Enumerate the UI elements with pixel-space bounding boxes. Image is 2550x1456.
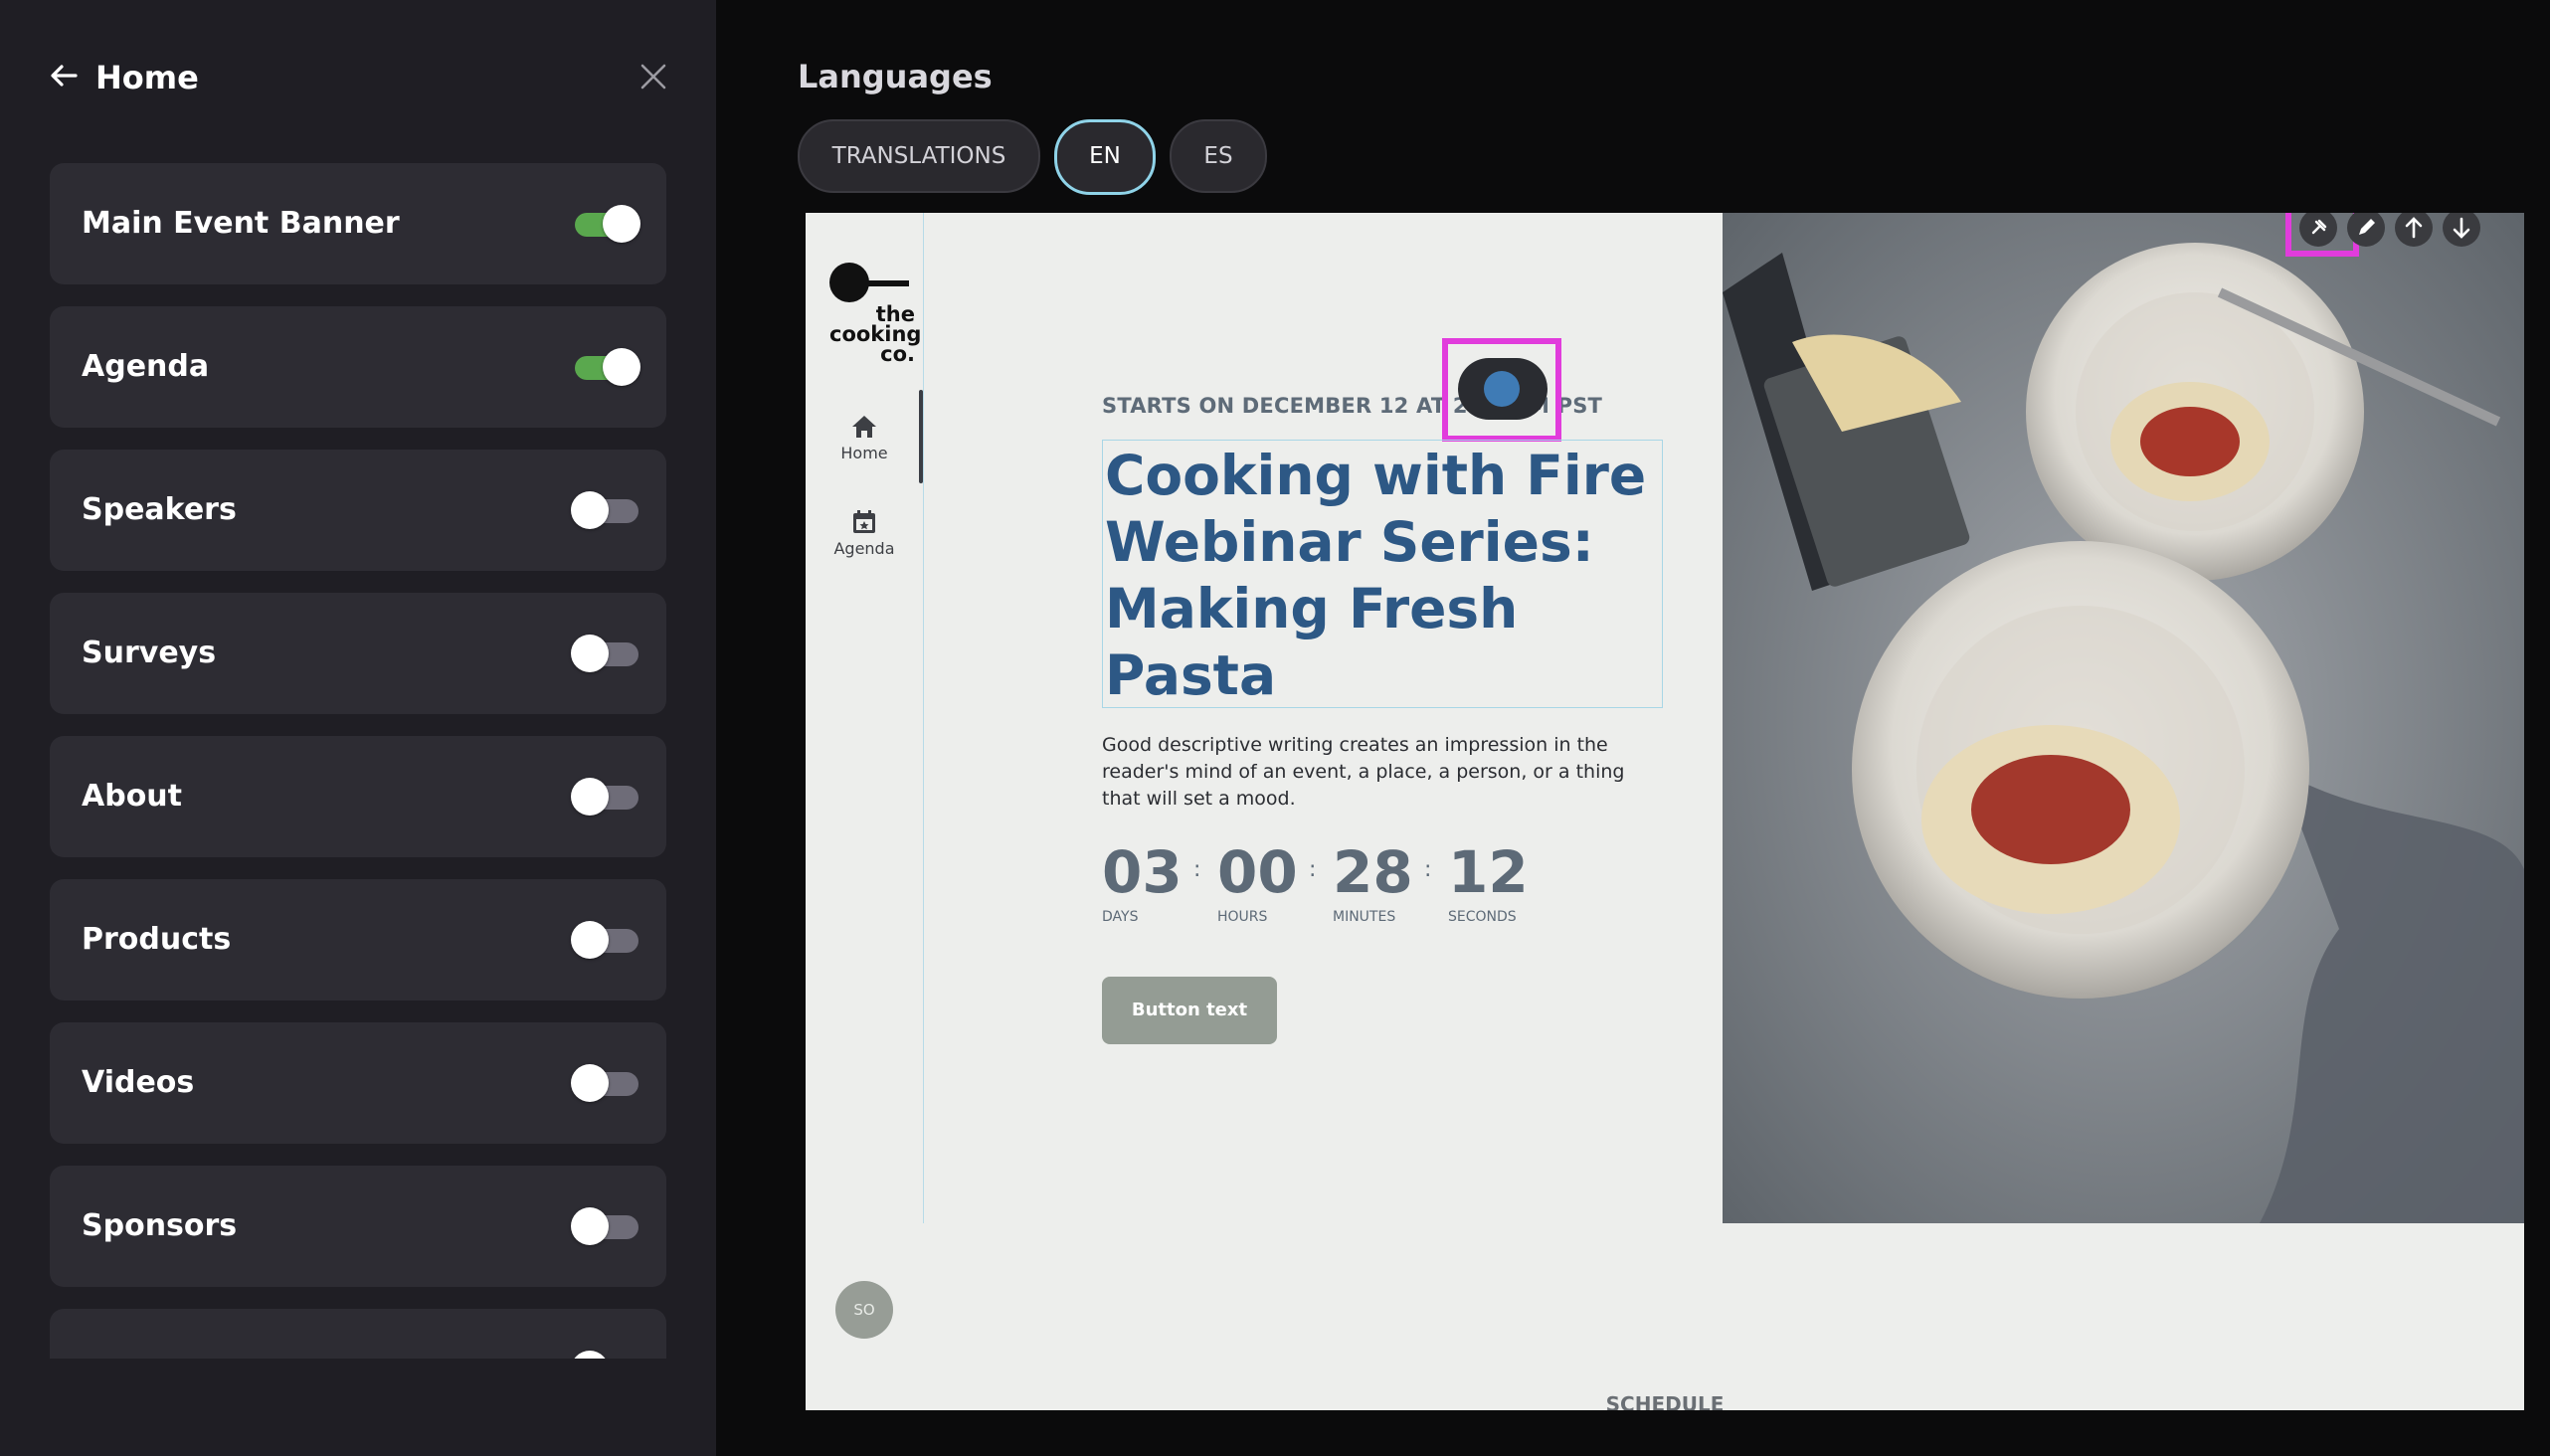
section-item-products: Products xyxy=(50,879,666,1001)
languages-title: Languages xyxy=(798,58,993,95)
banner-content: STARTS ON DECEMBER 12 AT 2:00 PM PST Coo… xyxy=(923,213,1719,1223)
block-toolbar xyxy=(2285,213,2524,257)
toggle-main-event-banner[interactable] xyxy=(571,205,640,243)
toggle-videos[interactable] xyxy=(571,1064,640,1102)
nav-label-agenda: Agenda xyxy=(833,539,895,558)
tab-en[interactable]: EN xyxy=(1054,119,1156,195)
section-label: Speakers xyxy=(82,492,237,527)
nav-label-home: Home xyxy=(840,444,888,462)
toggle-partial[interactable] xyxy=(571,1351,640,1359)
sidebar-header: Home xyxy=(48,56,668,99)
banner-cta-button[interactable]: Button text xyxy=(1102,977,1277,1044)
toggle-sponsors[interactable] xyxy=(571,1207,640,1245)
section-label: Surveys xyxy=(82,636,217,670)
countdown-minutes-label: MINUTES xyxy=(1333,909,1396,925)
section-sidebar: Home Main Event Banner Agenda Speakers S… xyxy=(0,0,716,1456)
countdown-seconds: 12 SECONDS xyxy=(1448,837,1529,925)
countdown-minutes: 28 MINUTES xyxy=(1333,837,1413,925)
section-item-sponsors: Sponsors xyxy=(50,1166,666,1287)
arrow-up-icon xyxy=(2405,217,2423,239)
countdown-hours-label: HOURS xyxy=(1217,909,1268,925)
countdown-hours: 00 HOURS xyxy=(1217,837,1298,925)
arrow-down-icon xyxy=(2453,217,2470,239)
brand-logo: the cooking co. xyxy=(827,247,921,365)
section-item-about: About xyxy=(50,736,666,857)
countdown-days: 03 DAYS xyxy=(1102,837,1183,925)
section-item-surveys: Surveys xyxy=(50,593,666,714)
arrow-left-icon[interactable] xyxy=(48,60,80,91)
countdown-minutes-value: 28 xyxy=(1333,838,1413,906)
banner-title: Cooking with Fire Webinar Series: Making… xyxy=(1105,444,1647,707)
calendar-icon xyxy=(853,510,875,533)
countdown-hours-value: 00 xyxy=(1217,838,1298,906)
banner-description: Good descriptive writing creates an impr… xyxy=(1102,734,1625,810)
section-item-agenda: Agenda xyxy=(50,306,666,428)
toggle-products[interactable] xyxy=(571,921,640,959)
pencil-icon xyxy=(2359,219,2375,235)
nav-item-agenda[interactable]: Agenda xyxy=(806,509,923,558)
close-icon[interactable] xyxy=(638,62,668,91)
move-up-button[interactable] xyxy=(2395,213,2433,247)
section-item-speakers: Speakers xyxy=(50,450,666,571)
section-label: Videos xyxy=(82,1065,195,1100)
section-item-videos: Videos xyxy=(50,1022,666,1144)
logo-text: the cooking co. xyxy=(829,302,922,366)
toggle-agenda[interactable] xyxy=(571,348,640,386)
sidebar-title: Home xyxy=(95,59,199,96)
avatar[interactable]: SO xyxy=(835,1281,893,1339)
title-text-box[interactable]: Cooking with Fire Webinar Series: Making… xyxy=(1102,440,1663,708)
section-label: Agenda xyxy=(82,349,210,384)
nav-item-home[interactable]: Home xyxy=(806,414,923,462)
tab-es[interactable]: ES xyxy=(1170,119,1267,193)
page-preview: the cooking co. Home Agenda STARTS ON DE… xyxy=(806,213,2524,1410)
toggle-about[interactable] xyxy=(571,778,640,816)
edit-button[interactable] xyxy=(2347,213,2385,247)
preview-nav: the cooking co. Home Agenda xyxy=(806,213,924,1223)
toggle-surveys[interactable] xyxy=(571,635,640,672)
countdown-seconds-value: 12 xyxy=(1448,838,1529,906)
countdown-seconds-label: SECONDS xyxy=(1448,909,1517,925)
toggle-speakers[interactable] xyxy=(571,491,640,529)
section-label: Main Event Banner xyxy=(82,206,400,241)
section-label: Products xyxy=(82,922,232,957)
banner-food-image xyxy=(1723,213,2524,1223)
next-section-heading: SCHEDULE xyxy=(1605,1392,1725,1410)
home-icon xyxy=(852,416,876,438)
countdown-days-label: DAYS xyxy=(1102,909,1139,925)
tab-translations[interactable]: TRANSLATIONS xyxy=(798,119,1040,193)
section-label: About xyxy=(82,779,183,814)
section-label: Sponsors xyxy=(82,1208,238,1243)
move-down-button[interactable] xyxy=(2443,213,2480,247)
section-item-partial xyxy=(50,1309,666,1359)
section-item-main-event-banner: Main Event Banner xyxy=(50,163,666,284)
drag-handle-highlight[interactable] xyxy=(1442,338,1561,442)
countdown-days-value: 03 xyxy=(1102,838,1183,906)
section-list: Main Event Banner Agenda Speakers Survey… xyxy=(50,163,666,1359)
countdown-timer: 03 DAYS : 00 HOURS : 28 MINUTES : 12 SEC… xyxy=(1102,837,1529,925)
